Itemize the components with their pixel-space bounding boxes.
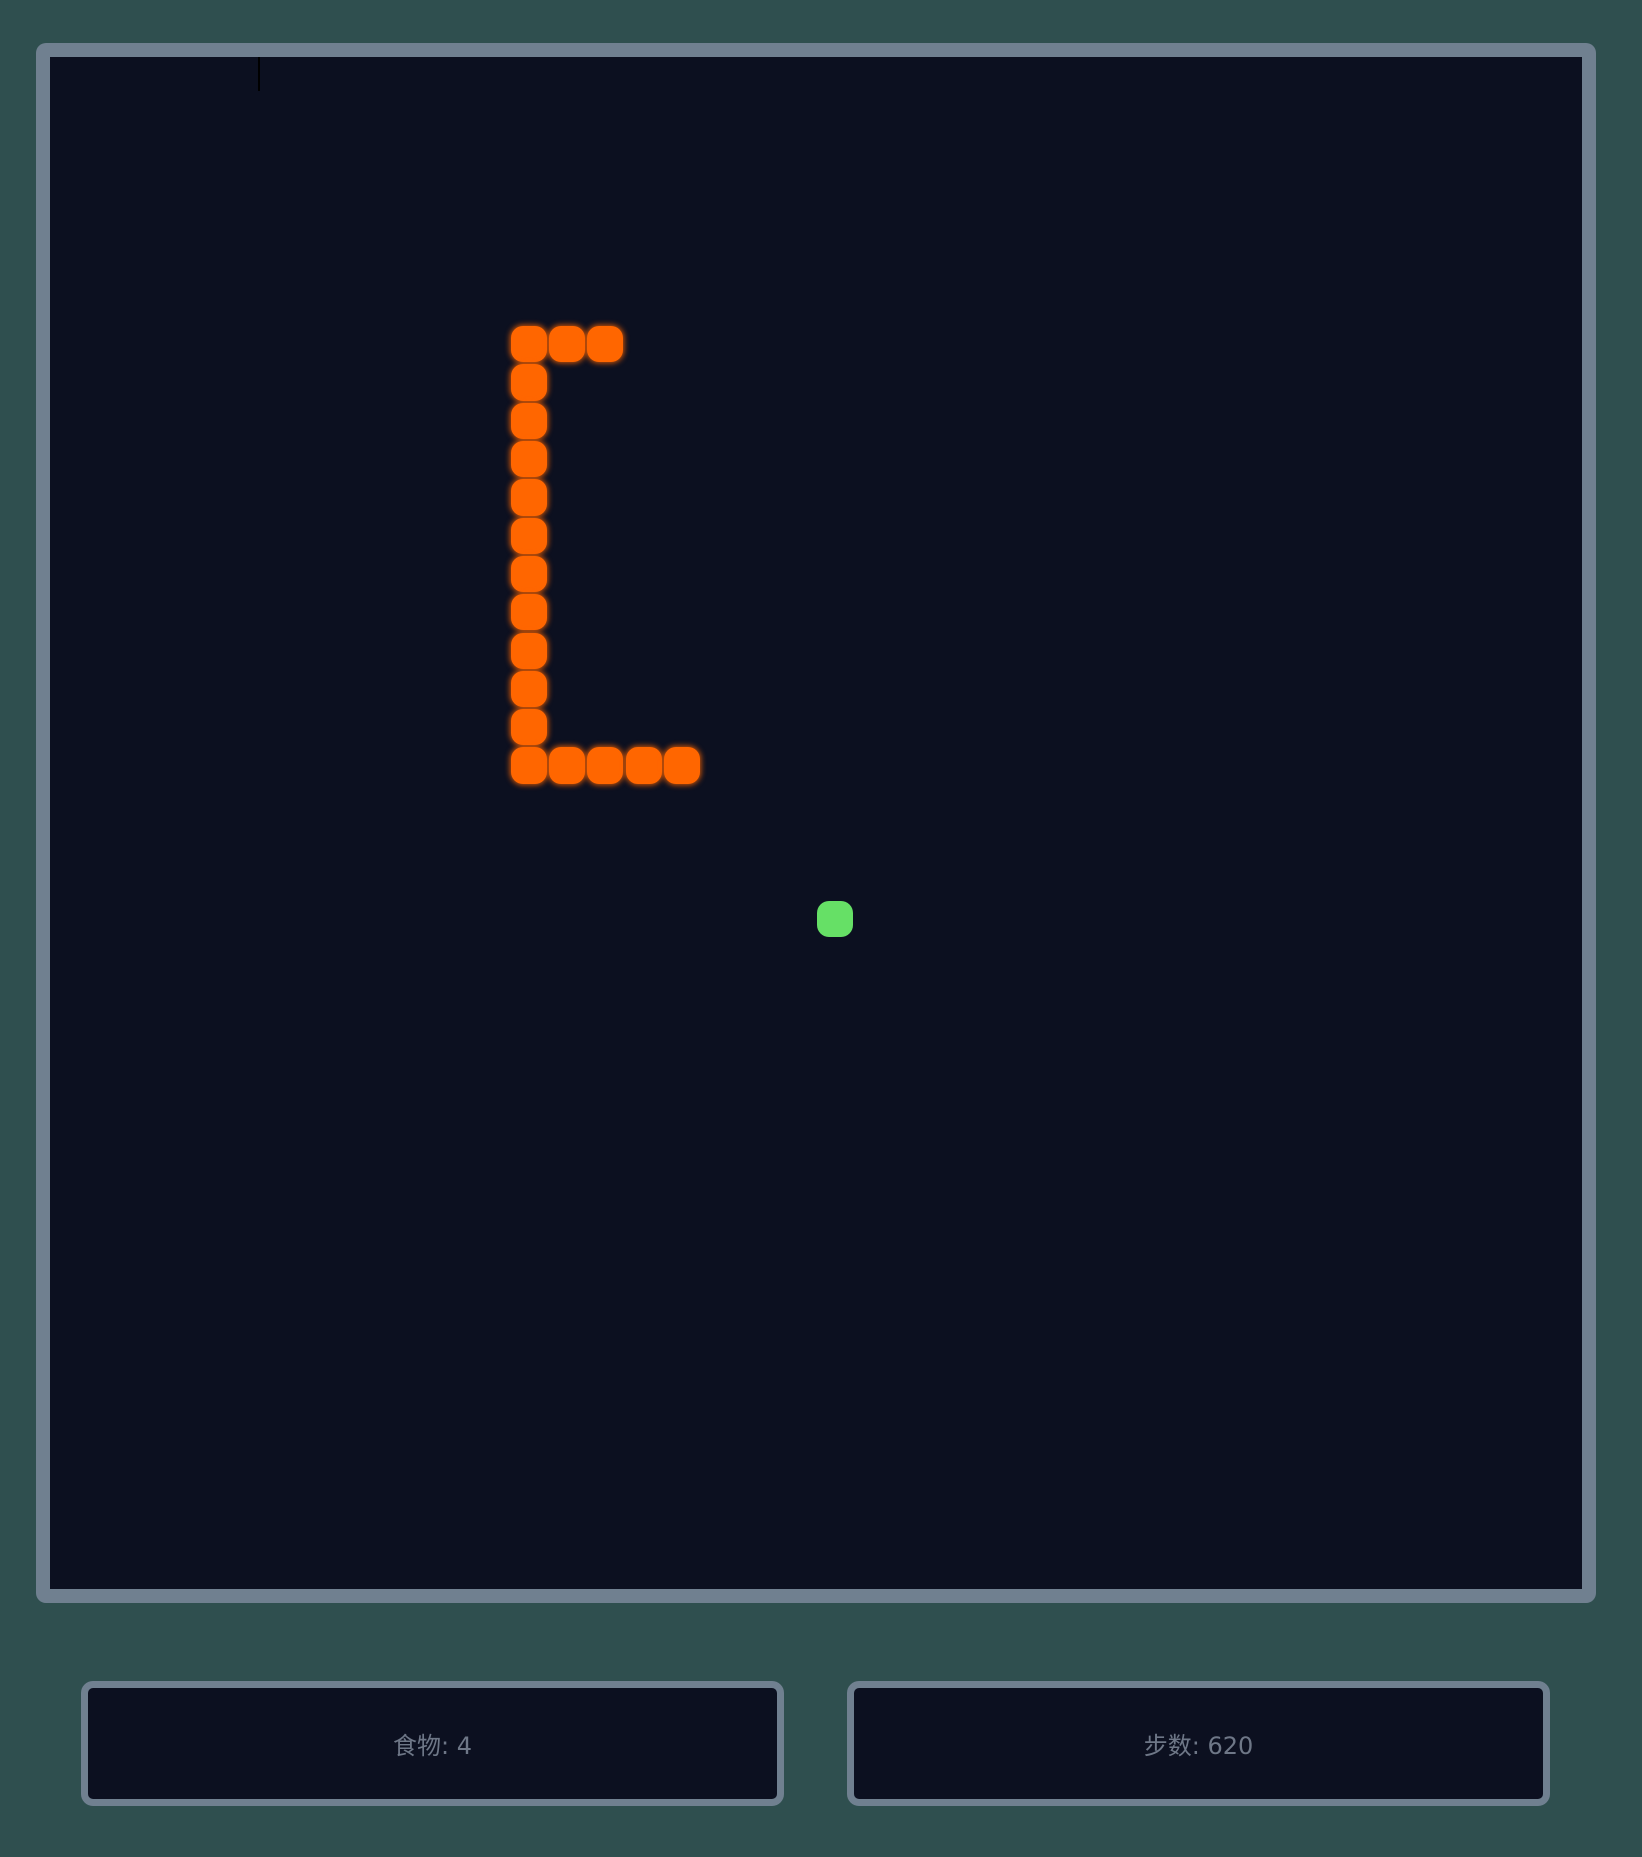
snake-segment: [663, 747, 701, 784]
snake-segment: [510, 441, 547, 478]
snake-segment: [510, 747, 547, 784]
snake-segment: [510, 555, 547, 593]
step-counter-panel: 步数: 620: [847, 1681, 1550, 1806]
snake-segment: [510, 479, 547, 516]
snake-segment: [510, 632, 547, 669]
snake-segment: [510, 402, 547, 439]
snake-segment: [510, 709, 547, 746]
snake-segment: [548, 747, 586, 784]
snake-segment: [510, 594, 547, 631]
food-counter: 食物: 4: [393, 1732, 472, 1760]
snake-segment: [510, 670, 547, 708]
food-counter-panel: 食物: 4: [81, 1681, 784, 1806]
snake-segment: [625, 747, 662, 784]
snake-head: [510, 326, 547, 363]
game-board-frame: [36, 43, 1596, 1603]
snake-segment: [587, 326, 624, 363]
snake-segment: [548, 326, 586, 363]
step-counter: 步数: 620: [1143, 1732, 1254, 1760]
food-pellet: [817, 900, 854, 937]
snake-segment: [587, 747, 624, 784]
snake-segment: [510, 517, 547, 554]
game-board[interactable]: [50, 57, 1582, 1589]
snake-segment: [510, 364, 547, 401]
text-cursor: [258, 57, 260, 91]
